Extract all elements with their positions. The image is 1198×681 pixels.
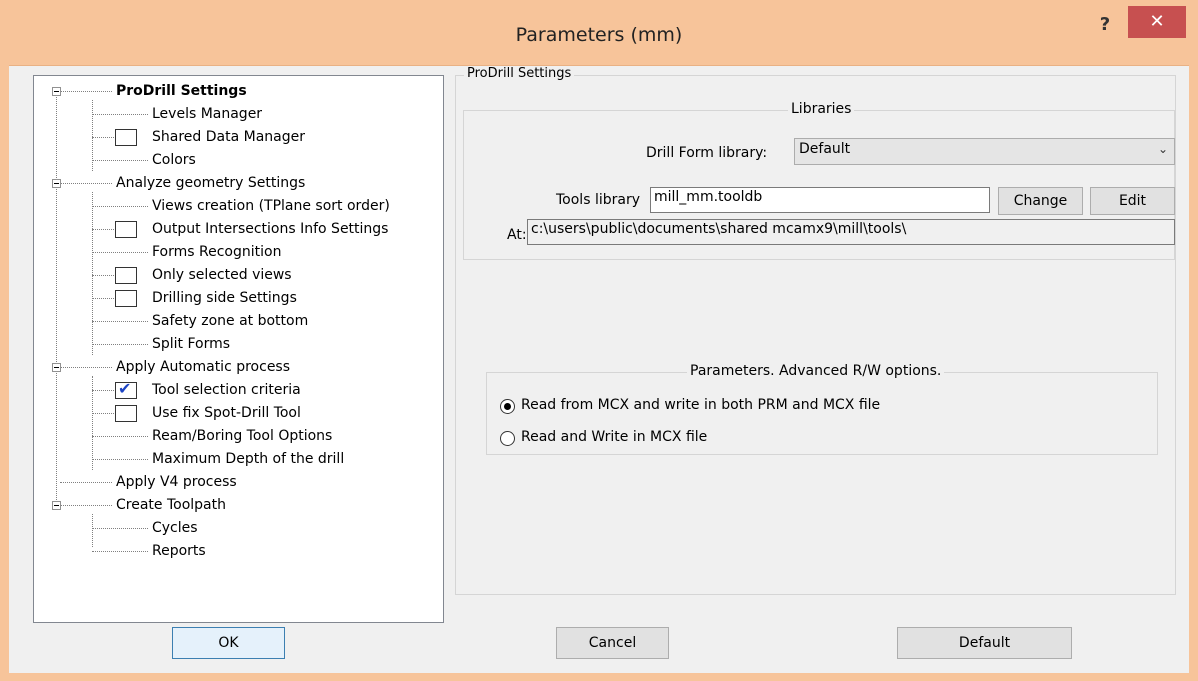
tree-line: [92, 459, 148, 460]
tree-item[interactable]: Only selected views: [152, 266, 292, 284]
tree-line: [92, 436, 148, 437]
tools-path-field: c:\users\public\documents\shared mcamx9\…: [527, 219, 1175, 245]
collapse-icon[interactable]: [52, 501, 61, 510]
tree-item[interactable]: ProDrill Settings: [116, 82, 247, 100]
tree-line: [60, 482, 112, 483]
tree-item[interactable]: Safety zone at bottom: [152, 312, 308, 330]
tools-path-label: At:: [507, 227, 527, 243]
drill-form-library-value: Default: [799, 141, 851, 157]
tree-item[interactable]: Shared Data Manager: [152, 128, 305, 146]
tree-item[interactable]: Analyze geometry Settings: [116, 174, 305, 192]
collapse-icon[interactable]: [52, 87, 61, 96]
tools-library-label: Tools library: [556, 192, 640, 208]
tree-item[interactable]: Maximum Depth of the drill: [152, 450, 344, 468]
checkbox[interactable]: [115, 221, 137, 238]
tree-item[interactable]: Reports: [152, 542, 206, 560]
tree-item[interactable]: Ream/Boring Tool Options: [152, 427, 332, 445]
read-mcx-write-both-radio[interactable]: [500, 399, 515, 414]
help-icon[interactable]: ?: [1088, 14, 1122, 38]
tree-line: [60, 505, 112, 506]
libraries-group-title: Libraries: [788, 101, 855, 117]
chevron-down-icon: ⌄: [1157, 142, 1168, 156]
advanced-rw-group-title: Parameters. Advanced R/W options.: [687, 363, 945, 379]
tree-item[interactable]: Split Forms: [152, 335, 230, 353]
read-write-mcx-radio[interactable]: [500, 431, 515, 446]
checkbox[interactable]: [115, 267, 137, 284]
tree-line: [60, 91, 112, 92]
radio-selected-dot: [504, 403, 511, 410]
window-title: Parameters (mm): [515, 24, 683, 46]
tree-line: [92, 413, 114, 414]
checkbox[interactable]: [115, 405, 137, 422]
tree-line: [60, 367, 112, 368]
tree-item[interactable]: Drilling side Settings: [152, 289, 297, 307]
tree-item[interactable]: Colors: [152, 151, 196, 169]
tree-item[interactable]: Output Intersections Info Settings: [152, 220, 388, 238]
tree-item[interactable]: Cycles: [152, 519, 198, 537]
tree-line: [92, 514, 93, 547]
tree-line: [92, 160, 148, 161]
tree-item[interactable]: Use fix Spot-Drill Tool: [152, 404, 301, 422]
ok-button[interactable]: OK: [172, 627, 285, 659]
close-button[interactable]: ✕: [1128, 6, 1186, 38]
tree-line: [92, 137, 114, 138]
tree-line: [92, 229, 114, 230]
change-button[interactable]: Change: [998, 187, 1083, 215]
tree-line: [92, 192, 93, 355]
drill-form-library-select[interactable]: Default ⌄: [794, 138, 1175, 165]
tree-line: [92, 252, 148, 253]
title-bar[interactable]: Parameters (mm) ? ✕: [0, 0, 1198, 66]
tree-item[interactable]: Tool selection criteria: [152, 381, 301, 399]
tree-line: [92, 321, 148, 322]
tree-item[interactable]: Apply Automatic process: [116, 358, 290, 376]
tree-line: [56, 91, 57, 504]
tools-library-input[interactable]: mill_mm.tooldb: [650, 187, 990, 213]
tree-line: [92, 528, 148, 529]
tree-line: [92, 551, 148, 552]
tree-item[interactable]: Create Toolpath: [116, 496, 226, 514]
tree-item[interactable]: Levels Manager: [152, 105, 262, 123]
tree-line: [92, 344, 148, 345]
collapse-icon[interactable]: [52, 363, 61, 372]
read-write-mcx-label[interactable]: Read and Write in MCX file: [521, 429, 707, 445]
edit-button[interactable]: Edit: [1090, 187, 1175, 215]
tree-line: [92, 206, 148, 207]
default-button[interactable]: Default: [897, 627, 1072, 659]
tree-line: [92, 298, 114, 299]
parameters-dialog: Parameters (mm) ? ✕ ProDrill Settings Lev…: [0, 0, 1198, 681]
checkbox[interactable]: [115, 290, 137, 307]
tree-item[interactable]: Views creation (TPlane sort order): [152, 197, 390, 215]
checkmark-icon: ✔: [118, 379, 132, 398]
drill-form-library-label: Drill Form library:: [646, 145, 768, 161]
window-border-right: [1189, 65, 1198, 681]
read-mcx-write-both-label[interactable]: Read from MCX and write in both PRM and …: [521, 397, 880, 413]
collapse-icon[interactable]: [52, 179, 61, 188]
checkbox[interactable]: [115, 129, 137, 146]
tree-item[interactable]: Apply V4 process: [116, 473, 237, 491]
checkbox-checked[interactable]: ✔: [115, 379, 137, 399]
settings-tree[interactable]: ProDrill Settings Levels Manager Shared Da…: [33, 75, 444, 623]
prodrill-settings-group-title: ProDrill Settings: [464, 66, 575, 81]
cancel-button[interactable]: Cancel: [556, 627, 669, 659]
tree-item[interactable]: Forms Recognition: [152, 243, 281, 261]
tree-line: [60, 183, 112, 184]
window-border-bottom: [0, 673, 1198, 681]
window-border-left: [0, 65, 9, 681]
tree-line: [92, 390, 114, 391]
tree-line: [92, 275, 114, 276]
tree-line: [92, 114, 148, 115]
